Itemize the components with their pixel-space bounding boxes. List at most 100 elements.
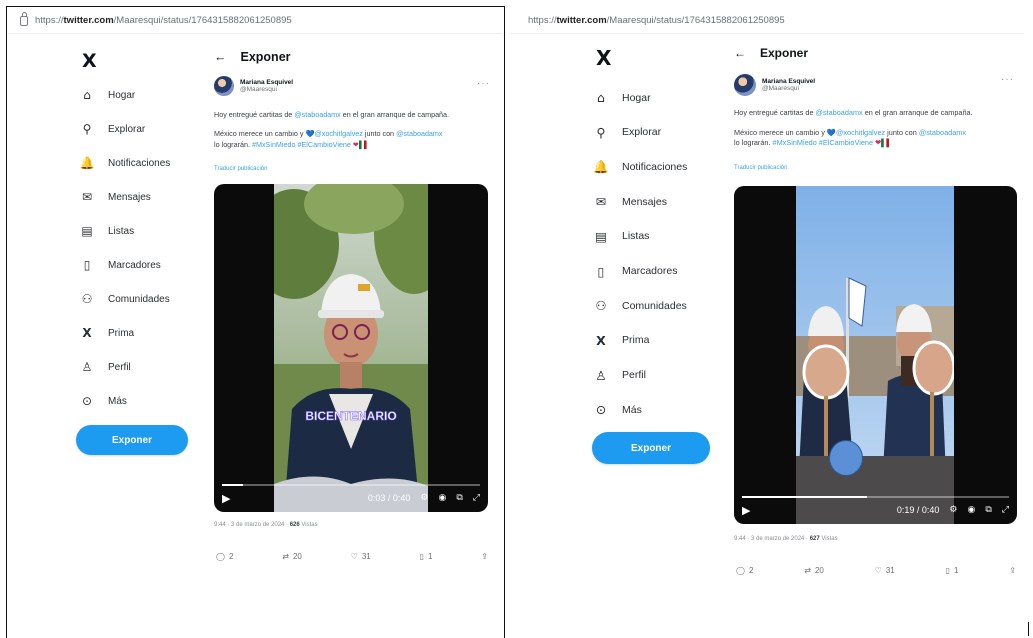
url-text: https://twitter.com/Maaresqui/status/176… xyxy=(528,15,785,26)
bookmark-icon: ▯ xyxy=(597,263,605,279)
pip-icon[interactable]: ⧉ xyxy=(456,493,462,503)
tweet-meta: 9:44 · 3 de marzo de 2024 · 626 Vistas xyxy=(214,522,318,528)
video-player[interactable]: BICENTENARIO ▶ 0:03 / 0:40 ⚙ ◉ ⧉ ⤢ xyxy=(214,184,488,512)
fullscreen-icon[interactable]: ⤢ xyxy=(473,493,480,503)
sidebar-item-label: Prima xyxy=(108,327,135,339)
sidebar-item-prima[interactable]: X Prima xyxy=(76,326,134,340)
address-bar[interactable]: https://twitter.com/Maaresqui/status/176… xyxy=(510,8,1024,34)
bell-icon: 🔔 xyxy=(79,156,95,170)
divider-left xyxy=(6,6,7,638)
sidebar-item-label: Notificaciones xyxy=(622,161,688,174)
author-name[interactable]: Mariana Esquivel xyxy=(240,79,293,86)
avatar[interactable] xyxy=(734,74,756,96)
post-button[interactable]: Exponer xyxy=(592,432,710,464)
mention-link[interactable]: @xochitlgalvez xyxy=(836,128,885,137)
tweet-actions: ◯ 2 ⇄ 20 ♡ 31 ▯ 1 ⇪ xyxy=(736,566,1016,575)
sidebar-item-perfil[interactable]: ♙ Perfil xyxy=(590,368,646,383)
mention-link[interactable]: @staboadamx xyxy=(294,110,340,119)
sidebar-item-marcadores[interactable]: ▯ Marcadores xyxy=(76,258,161,272)
translate-link[interactable]: Traducir publicación xyxy=(214,166,267,172)
translate-link[interactable]: Traducir publicación xyxy=(734,165,787,171)
sidebar-item-marcadores[interactable]: ▯ Marcadores xyxy=(590,263,678,279)
repost-icon: ⇄ xyxy=(282,552,289,561)
sidebar-item-label: Marcadores xyxy=(622,265,678,277)
captions-icon[interactable]: ◉ xyxy=(439,493,447,503)
sidebar-item-label: Más xyxy=(108,395,127,407)
x-logo-icon[interactable]: X xyxy=(82,50,97,72)
repost-icon: ⇄ xyxy=(804,566,811,575)
envelope-icon: ✉ xyxy=(81,190,93,204)
sidebar-item-listas[interactable]: ▤ Listas xyxy=(76,224,134,238)
bookmark-button[interactable]: ▯ 1 xyxy=(946,566,959,575)
sidebar-item-hogar[interactable]: ⌂ Hogar xyxy=(76,88,135,102)
share-button[interactable]: ⇪ xyxy=(481,552,488,561)
home-icon: ⌂ xyxy=(597,90,605,105)
play-icon[interactable]: ▶ xyxy=(222,492,230,505)
sidebar-item-perfil[interactable]: ♙ Perfil xyxy=(76,360,131,374)
video-frame xyxy=(796,186,954,524)
sidebar-item-más[interactable]: ⊙ Más xyxy=(76,394,127,408)
author-handle[interactable]: @Maaresqui xyxy=(240,86,293,93)
video-player[interactable]: ▶ 0:19 / 0:40 ⚙ ◉ ⧉ ⤢ xyxy=(734,186,1017,524)
back-arrow-icon[interactable]: ← xyxy=(214,50,227,64)
video-frame: BICENTENARIO xyxy=(274,184,428,512)
sidebar-item-label: Perfil xyxy=(108,361,131,373)
captions-icon[interactable]: ◉ xyxy=(968,505,976,515)
pip-icon[interactable]: ⧉ xyxy=(985,505,991,515)
sidebar-item-listas[interactable]: ▤ Listas xyxy=(590,229,649,244)
sidebar-item-hogar[interactable]: ⌂ Hogar xyxy=(590,90,651,105)
like-button[interactable]: ♡ 31 xyxy=(875,566,895,575)
share-button[interactable]: ⇪ xyxy=(1009,566,1016,575)
sidebar-item-comunidades[interactable]: ⚇ Comunidades xyxy=(76,292,170,306)
back-arrow-icon[interactable]: ← xyxy=(734,46,746,60)
play-icon[interactable]: ▶ xyxy=(742,504,750,517)
sidebar-item-label: Notificaciones xyxy=(108,157,171,169)
sidebar-item-prima[interactable]: X Prima xyxy=(590,333,649,348)
author-handle[interactable]: @Maaresqui xyxy=(762,85,815,92)
sidebar-item-explorar[interactable]: ⚲ Explorar xyxy=(76,122,146,136)
reply-icon: ◯ xyxy=(216,552,225,561)
tweet-actions: ◯ 2 ⇄ 20 ♡ 31 ▯ 1 ⇪ xyxy=(216,552,488,561)
sidebar-item-explorar[interactable]: ⚲ Explorar xyxy=(590,125,661,140)
heart-icon: ♡ xyxy=(350,552,358,561)
avatar[interactable] xyxy=(214,76,234,96)
mention-link[interactable]: @staboadamx xyxy=(396,129,442,138)
sidebar-item-label: Comunidades xyxy=(108,293,170,305)
mention-link[interactable]: @xochitlgalvez xyxy=(314,129,362,138)
x-logo-icon[interactable]: X xyxy=(596,46,611,70)
sidebar-item-notificaciones[interactable]: 🔔 Notificaciones xyxy=(590,159,687,175)
post-button[interactable]: Exponer xyxy=(76,425,188,455)
sidebar-item-notificaciones[interactable]: 🔔 Notificaciones xyxy=(76,156,171,170)
author[interactable]: Mariana Esquivel @Maaresqui xyxy=(734,74,815,96)
like-button[interactable]: ♡ 31 xyxy=(351,552,371,561)
sidebar-item-mensajes[interactable]: ✉ Mensajes xyxy=(590,194,667,209)
reply-button[interactable]: ◯ 2 xyxy=(736,566,753,575)
author-name[interactable]: Mariana Esquivel xyxy=(762,78,815,85)
bookmark-icon: ▯ xyxy=(945,566,950,575)
settings-icon[interactable]: ⚙ xyxy=(420,493,428,503)
sidebar-item-mensajes[interactable]: ✉ Mensajes xyxy=(76,190,151,204)
bookmark-button[interactable]: ▯ 1 xyxy=(420,552,433,561)
hashtag-link[interactable]: #MxSinMiedo #ElCambioViene xyxy=(773,138,873,147)
sidebar-item-label: Mensajes xyxy=(622,195,667,208)
video-controls: ▶ 0:03 / 0:40 ⚙ ◉ ⧉ ⤢ xyxy=(214,484,488,512)
repost-button[interactable]: ⇄ 20 xyxy=(804,566,824,575)
more-options-icon[interactable]: ··· xyxy=(1001,74,1014,85)
more-circle-icon: ⊙ xyxy=(81,394,93,408)
hashtag-link[interactable]: #MxSinMiedo #ElCambioViene xyxy=(252,140,351,149)
envelope-icon: ✉ xyxy=(595,194,607,210)
bookmark-icon: ▯ xyxy=(419,552,424,561)
sidebar-item-comunidades[interactable]: ⚇ Comunidades xyxy=(590,298,686,314)
communities-icon: ⚇ xyxy=(595,298,607,314)
tweet-text: Hoy entregué cartitas de @staboadamx en … xyxy=(734,108,973,148)
reply-button[interactable]: ◯ 2 xyxy=(216,552,233,561)
sidebar-item-más[interactable]: ⊙ Más xyxy=(590,402,642,417)
mention-link[interactable]: @staboadamx xyxy=(919,128,966,137)
fullscreen-icon[interactable]: ⤢ xyxy=(1002,505,1009,515)
author[interactable]: Mariana Esquivel @Maaresqui xyxy=(214,76,293,96)
address-bar[interactable]: https://twitter.com/Maaresqui/status/176… xyxy=(8,8,502,34)
settings-icon[interactable]: ⚙ xyxy=(949,505,957,515)
repost-button[interactable]: ⇄ 20 xyxy=(282,552,302,561)
more-options-icon[interactable]: ··· xyxy=(477,78,490,89)
mention-link[interactable]: @staboadamx xyxy=(816,108,863,117)
